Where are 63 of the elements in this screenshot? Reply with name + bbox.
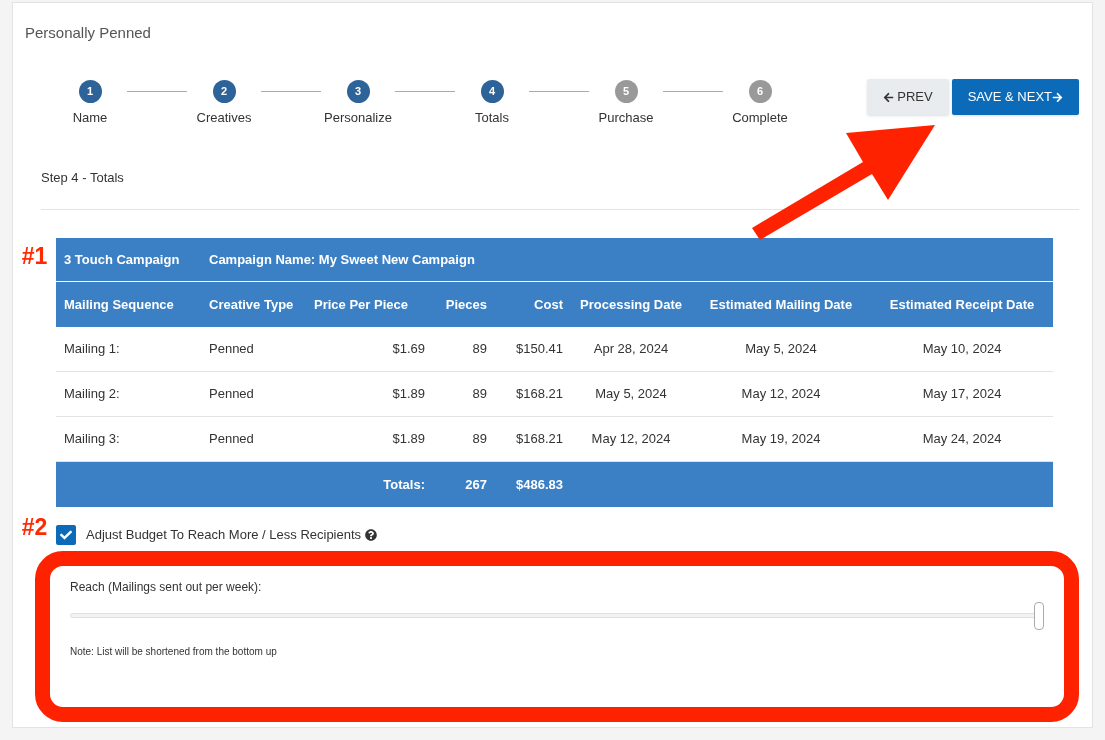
checkbox[interactable]: [56, 524, 76, 545]
table-cell: 89: [433, 326, 495, 372]
table-cell: Penned: [201, 326, 306, 372]
table-cell: $150.41: [495, 326, 571, 372]
step-number[interactable]: 1: [78, 80, 102, 103]
arrow-left-icon: [883, 91, 895, 103]
totals-pieces: 267: [433, 461, 495, 507]
table-cell: Mailing 3:: [56, 416, 201, 462]
column-header: Price Per Piece: [306, 281, 433, 327]
table-cell: $1.69: [306, 326, 433, 372]
checkbox-label: Adjust Budget To Reach More / Less Recipients: [86, 525, 362, 544]
arrow-right-icon: [1052, 91, 1063, 103]
column-header: Estimated Receipt Date: [871, 281, 1054, 327]
reach-label: Reach (Mailings sent out per week):: [70, 578, 263, 596]
prev-button[interactable]: PREV: [867, 79, 949, 115]
step-label: Creatives: [196, 109, 252, 127]
table-cell: Penned: [201, 416, 306, 462]
save-next-button[interactable]: SAVE & NEXT: [951, 79, 1079, 115]
table-cell: May 5, 2024: [691, 326, 871, 372]
step-label: Totals: [475, 109, 509, 127]
table-cell: May 17, 2024: [871, 371, 1054, 417]
table-cell: May 5, 2024: [571, 371, 691, 417]
campaign-name: Campaign Name: My Sweet New Campaign: [201, 237, 1054, 282]
step-number[interactable]: 2: [212, 80, 236, 103]
column-header: Processing Date: [571, 281, 691, 327]
step-label: Personalize: [324, 109, 392, 127]
column-header: Cost: [495, 281, 571, 327]
table-cell: May 19, 2024: [691, 416, 871, 462]
step-label: Purchase: [598, 109, 654, 127]
slider-thumb[interactable]: [1034, 601, 1044, 630]
note-text: Note: List will be shortened from the bottom up: [70, 644, 278, 659]
table-cell: May 12, 2024: [691, 371, 871, 417]
totals-label: Totals:: [306, 461, 433, 507]
table-cell: Apr 28, 2024: [571, 326, 691, 372]
table-cell: May 12, 2024: [571, 416, 691, 462]
annotation-label: #1: [21, 244, 48, 271]
step-label: Name: [72, 109, 108, 127]
table-cell: May 24, 2024: [871, 416, 1054, 462]
help-icon[interactable]: [365, 528, 378, 541]
column-header: Pieces: [433, 281, 495, 327]
annotation-label: #2: [21, 516, 48, 539]
table-cell: 89: [433, 416, 495, 462]
column-header: Estimated Mailing Date: [691, 281, 871, 327]
column-header: Creative Type: [201, 281, 306, 327]
table-cell: Mailing 2:: [56, 371, 201, 417]
table-cell: $1.89: [306, 416, 433, 462]
step-number[interactable]: 3: [346, 80, 370, 103]
table-cell: 89: [433, 371, 495, 417]
campaign-type: 3 Touch Campaign: [56, 237, 201, 282]
table-cell: Penned: [201, 371, 306, 417]
table-cell: $1.89: [306, 371, 433, 417]
table-cell: Mailing 1:: [56, 326, 201, 372]
slider-track[interactable]: [70, 601, 1044, 630]
table-cell: $168.21: [495, 371, 571, 417]
step-number[interactable]: 4: [480, 80, 504, 103]
check-icon: [60, 528, 72, 541]
table-cell: $168.21: [495, 416, 571, 462]
step-heading: Step 4 - Totals: [41, 169, 124, 185]
page-title: Personally Penned: [25, 24, 151, 41]
column-header: Mailing Sequence: [56, 281, 201, 327]
table-cell: May 10, 2024: [871, 326, 1054, 372]
step-label: Complete: [732, 109, 788, 127]
totals-cost: $486.83: [495, 461, 571, 507]
